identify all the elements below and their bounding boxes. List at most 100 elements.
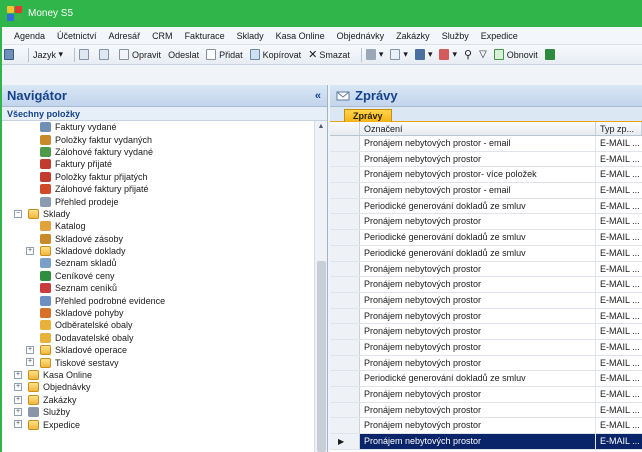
row-indicator[interactable]: [330, 339, 360, 355]
nav-item-zakazky[interactable]: + Zakázky: [2, 394, 314, 406]
cell-type[interactable]: E-MAIL ...: [596, 293, 642, 308]
cell-name[interactable]: Pronájem nebytových prostor - email: [360, 183, 596, 198]
row-indicator[interactable]: [330, 292, 360, 308]
nav-item-objednavky[interactable]: + Objednávky: [2, 381, 314, 393]
cell-type[interactable]: E-MAIL ...: [596, 277, 642, 292]
cell-type[interactable]: E-MAIL ...: [596, 246, 642, 261]
row-indicator[interactable]: [330, 387, 360, 402]
menu-fakturace[interactable]: Fakturace: [185, 31, 225, 41]
nav-item-faktury-vydane[interactable]: Faktury vydané: [2, 121, 314, 133]
row-indicator[interactable]: [330, 355, 360, 371]
cell-type[interactable]: E-MAIL ...: [596, 214, 642, 229]
cell-name[interactable]: Periodické generování dokladů ze smluv: [360, 230, 596, 245]
menu-zakazky[interactable]: Zakázky: [396, 31, 430, 41]
list-view-button[interactable]: [79, 49, 92, 60]
excel-button[interactable]: [544, 49, 558, 60]
edit-button[interactable]: Opravit: [119, 49, 161, 60]
layout-button[interactable]: [4, 49, 17, 60]
column-header-type[interactable]: Typ zp...: [596, 122, 642, 135]
menu-crm[interactable]: CRM: [152, 31, 173, 41]
language-button[interactable]: Jazyk ▾: [33, 49, 63, 60]
cell-name[interactable]: Pronájem nebytových prostor: [360, 214, 596, 230]
menu-kasa-online[interactable]: Kasa Online: [276, 31, 325, 41]
expand-icon[interactable]: +: [14, 407, 22, 416]
cell-name[interactable]: Pronájem nebytových prostor: [360, 324, 596, 339]
collapse-icon[interactable]: −: [14, 209, 22, 218]
expand-icon[interactable]: +: [14, 395, 22, 404]
menu-sklady[interactable]: Sklady: [237, 31, 264, 41]
expand-icon[interactable]: +: [14, 383, 22, 392]
row-indicator[interactable]: [330, 214, 360, 230]
row-indicator[interactable]: [330, 308, 360, 324]
cell-name[interactable]: Pronájem nebytových prostor- více polože…: [360, 167, 596, 183]
detail-view-button[interactable]: [99, 49, 112, 60]
cell-type[interactable]: E-MAIL ...: [596, 356, 642, 371]
delete-button[interactable]: ✕ Smazat: [308, 48, 350, 61]
nav-item-cenikove-ceny[interactable]: Ceníkové ceny: [2, 270, 314, 282]
menu-expedice[interactable]: Expedice: [481, 31, 518, 41]
cell-type[interactable]: E-MAIL ...: [596, 136, 642, 151]
table-row[interactable]: Pronájem nebytových prostor - email E-MAI…: [330, 183, 642, 199]
expand-icon[interactable]: +: [26, 346, 34, 355]
nav-item-dodavatelske-obaly[interactable]: Dodavatelské obaly: [2, 332, 314, 344]
table-row[interactable]: Pronájem nebytových prostor- více polože…: [330, 167, 642, 184]
table-row[interactable]: Pronájem nebytových prostor E-MAIL ...: [330, 387, 642, 403]
column-header-name[interactable]: Označení: [360, 122, 596, 135]
cell-type[interactable]: E-MAIL ...: [596, 371, 642, 386]
table-row[interactable]: Pronájem nebytových prostor E-MAIL ...: [330, 261, 642, 278]
table-row[interactable]: Pronájem nebytových prostor E-MAIL ...: [330, 292, 642, 309]
menu-sluzby[interactable]: Služby: [442, 31, 469, 41]
cell-type[interactable]: E-MAIL ...: [596, 199, 642, 214]
nav-item-sklady[interactable]: − Sklady: [2, 208, 314, 220]
row-indicator[interactable]: [330, 198, 360, 214]
nav-item-skladove-doklady[interactable]: + Skladové doklady: [2, 245, 314, 257]
row-indicator[interactable]: [330, 324, 360, 339]
nav-item-prehled-prodeje[interactable]: Přehled prodeje: [2, 195, 314, 207]
search-button[interactable]: ⚲: [464, 48, 472, 61]
scroll-up-icon[interactable]: ▲: [315, 121, 327, 133]
cell-type[interactable]: E-MAIL ...: [596, 152, 642, 167]
table-row[interactable]: Pronájem nebytových prostor E-MAIL ...: [330, 324, 642, 340]
nav-item-odberatelske-obaly[interactable]: Odběratelské obaly: [2, 319, 314, 331]
nav-item-skladove-pohyby[interactable]: Skladové pohyby: [2, 307, 314, 319]
cell-name[interactable]: Periodické generování dokladů ze smluv: [360, 245, 596, 261]
table-row[interactable]: Pronájem nebytových prostor E-MAIL ...: [330, 339, 642, 356]
cell-type[interactable]: E-MAIL ...: [596, 309, 642, 324]
table-row[interactable]: ▶ Pronájem nebytových prostor E-MAIL ...: [330, 434, 642, 450]
cell-name[interactable]: Pronájem nebytových prostor: [360, 418, 596, 434]
row-indicator[interactable]: [330, 261, 360, 277]
table-row[interactable]: Pronájem nebytových prostor E-MAIL ...: [330, 308, 642, 325]
cell-type[interactable]: E-MAIL ...: [596, 387, 642, 402]
tab-zpravy[interactable]: Zprávy: [344, 109, 392, 122]
row-indicator[interactable]: [330, 151, 360, 167]
row-indicator[interactable]: [330, 245, 360, 261]
navigator-scrollbar[interactable]: ▲: [314, 121, 327, 452]
cell-name[interactable]: Pronájem nebytových prostor: [360, 387, 596, 402]
table-row[interactable]: Pronájem nebytových prostor E-MAIL ...: [330, 277, 642, 293]
import-button[interactable]: ▾: [439, 49, 457, 60]
nav-item-polozky-faktur-prijatych[interactable]: Položky faktur přijatých: [2, 171, 314, 183]
nav-item-kasa-online[interactable]: + Kasa Online: [2, 369, 314, 381]
cell-name[interactable]: Pronájem nebytových prostor: [360, 339, 596, 355]
cell-name[interactable]: Pronájem nebytových prostor: [360, 151, 596, 167]
table-row[interactable]: Pronájem nebytových prostor E-MAIL ...: [330, 402, 642, 419]
table-row[interactable]: Periodické generování dokladů ze smluv E-…: [330, 230, 642, 246]
cell-name[interactable]: Pronájem nebytových prostor: [360, 277, 596, 292]
cell-name[interactable]: Pronájem nebytových prostor: [360, 308, 596, 324]
table-row[interactable]: Pronájem nebytových prostor E-MAIL ...: [330, 418, 642, 435]
row-indicator[interactable]: [330, 402, 360, 418]
nav-item-zalohove-faktury-prijate[interactable]: Zálohové faktury přijaté: [2, 183, 314, 195]
table-row[interactable]: Periodické generování dokladů ze smluv E-…: [330, 371, 642, 387]
table-row[interactable]: Pronájem nebytových prostor E-MAIL ...: [330, 151, 642, 168]
expand-icon[interactable]: +: [14, 420, 22, 429]
expand-icon[interactable]: +: [14, 370, 22, 379]
collapse-navigator-icon[interactable]: «: [315, 90, 321, 102]
menu-adresar[interactable]: Adresář: [109, 31, 141, 41]
table-row[interactable]: Pronájem nebytových prostor - email E-MAI…: [330, 136, 642, 152]
nav-item-polozky-faktur-vydanych[interactable]: Položky faktur vydaných: [2, 133, 314, 145]
add-button[interactable]: Přidat: [206, 49, 243, 60]
expand-icon[interactable]: +: [26, 358, 34, 367]
export-button[interactable]: ▾: [414, 49, 432, 60]
cell-name[interactable]: Pronájem nebytových prostor: [360, 355, 596, 371]
nav-item-sluzby[interactable]: + Služby: [2, 406, 314, 418]
